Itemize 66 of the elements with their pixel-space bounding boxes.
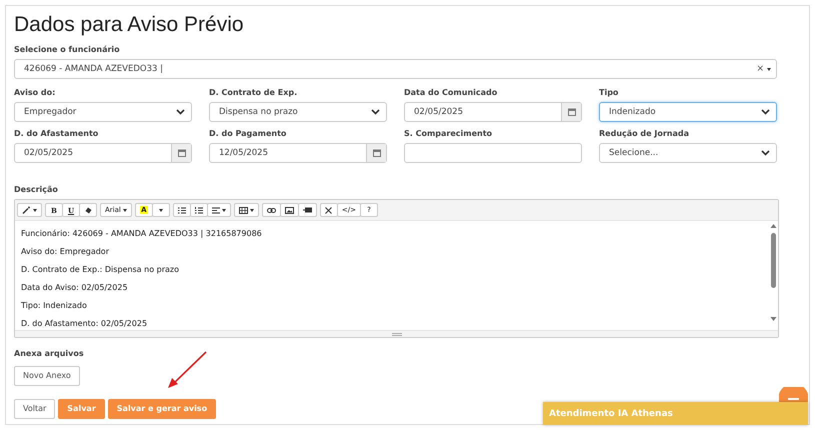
toolbar-button[interactable] [298, 203, 317, 217]
calendar-icon[interactable] [372, 149, 380, 157]
toolbar-button[interactable] [79, 203, 97, 217]
description-text: Data do Aviso: 02/05/2025 [21, 282, 129, 294]
chevron-down-icon [371, 109, 380, 115]
magic-wand-icon [22, 206, 31, 214]
image-icon [284, 206, 294, 214]
calendar-icon[interactable] [178, 149, 186, 157]
field-label: Data do Comunicado [404, 87, 498, 99]
date-field[interactable]: 02/05/2025 [14, 143, 192, 163]
eraser-icon [84, 206, 92, 214]
field-label: D. do Pagamento [209, 128, 288, 140]
field-label: S. Comparecimento [404, 128, 494, 140]
field-label: Anexa arquivos [14, 348, 85, 360]
chevron-down-icon [761, 109, 770, 115]
input-field[interactable] [404, 143, 582, 163]
date-field[interactable]: 12/05/2025 [209, 143, 387, 163]
bullet-list-icon [178, 206, 186, 214]
link-icon [266, 208, 276, 212]
clear-button[interactable]: × [756, 64, 764, 74]
field-label: D. do Afastamento [14, 128, 100, 140]
description-text: Aviso do: Empregador [21, 246, 110, 258]
caret-icon [767, 68, 771, 70]
toolbar-button[interactable] [190, 203, 208, 217]
caret-icon [158, 208, 163, 212]
toolbar-button[interactable] [206, 203, 231, 217]
caret-icon [222, 208, 226, 212]
color-dropdown[interactable] [152, 203, 170, 217]
caret-icon [122, 208, 127, 212]
field-label: Selecione o funcionário [14, 44, 121, 56]
minimize-chat-button[interactable] [779, 387, 808, 403]
dropdown[interactable]: Indenizado [599, 102, 777, 122]
video-icon [302, 207, 312, 213]
caret-icon [33, 208, 37, 212]
resize-handle-icon[interactable] [392, 332, 402, 336]
toolbar-button[interactable] [172, 203, 191, 217]
dropdown[interactable]: Empregador [14, 102, 192, 122]
action-button[interactable]: Voltar [14, 398, 56, 418]
align-icon [212, 206, 220, 214]
field-label: Redução de Jornada [599, 128, 690, 140]
annotation-arrow [166, 350, 208, 390]
description-text: Tipo: Indenizado [21, 300, 88, 312]
field-label: Aviso do: [14, 87, 56, 99]
field-label: D. Contrato de Exp. [209, 87, 298, 99]
numbered-list-icon [194, 206, 203, 214]
date-field[interactable]: 02/05/2025 [404, 102, 582, 122]
employee-dropdown[interactable]: 426069 - AMANDA AZEVEDO33 | × [14, 59, 777, 79]
page-title: Dados para Aviso Prévio [14, 12, 245, 38]
description-text: Funcionário: 426069 - AMANDA AZEVEDO33 | 32165879086 [21, 228, 263, 240]
calendar-icon[interactable] [568, 108, 576, 116]
table-icon [238, 206, 248, 214]
toolbar-button[interactable] [234, 203, 259, 217]
chevron-down-icon [761, 150, 770, 156]
toolbar-button[interactable] [262, 203, 281, 217]
description-text: D. Contrato de Exp.: Dispensa no prazo [21, 264, 180, 276]
new-attachment-button[interactable]: Novo Anexo [14, 366, 80, 386]
toolbar-button[interactable] [320, 203, 338, 217]
caret-icon [250, 208, 254, 212]
field-label: Descrição [14, 184, 59, 196]
dropdown[interactable]: Selecione... [599, 143, 777, 163]
description-text: D. do Afastamento: 02/05/2025 [21, 318, 148, 330]
toolbar-button[interactable] [280, 203, 299, 217]
toolbar-button[interactable] [17, 203, 42, 217]
chevron-down-icon [176, 109, 185, 115]
field-label: Tipo [599, 87, 620, 99]
dropdown[interactable]: Dispensa no prazo [209, 102, 387, 122]
